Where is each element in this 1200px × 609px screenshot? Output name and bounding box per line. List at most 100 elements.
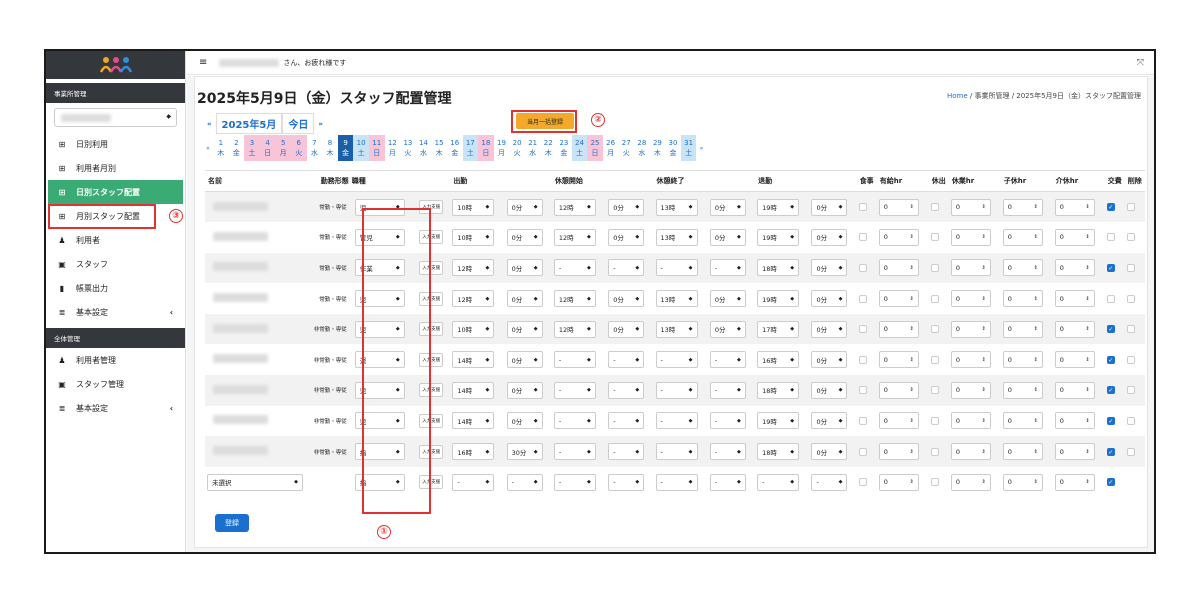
start-minute-select[interactable]: 0分 ◆ [506,412,543,430]
break-end-minute-select[interactable]: - ◆ [709,412,746,430]
end-minute-select[interactable]: 0分 ◆ [811,198,848,216]
today-button[interactable]: 今日 [282,113,315,134]
fare-checkbox[interactable]: ✓ [1106,355,1115,364]
end-hour-select[interactable]: 19時 ◆ [757,228,800,246]
day-link[interactable]: 10 土 [353,135,369,161]
end-hour-select[interactable]: 19時 ◆ [757,290,800,308]
register-button[interactable]: 登録 [215,514,249,532]
input-assist-button[interactable]: 入力支援 [419,475,444,490]
number-input[interactable]: 0 ⇕ [878,473,919,491]
end-minute-select[interactable]: 0分 ◆ [811,412,848,430]
break-start-hour-select[interactable]: - ◆ [553,412,596,430]
fare-checkbox[interactable] [1106,294,1115,303]
job-type-select[interactable]: 管児 ◆ [354,228,405,246]
day-link[interactable]: 13 火 [400,135,416,161]
number-input[interactable]: 0 ⇕ [950,381,991,399]
break-start-hour-select[interactable]: - ◆ [553,351,596,369]
number-input[interactable]: 0 ⇕ [1054,351,1095,369]
breadcrumb-home-link[interactable]: Home [947,92,968,100]
end-minute-select[interactable]: 0分 ◆ [811,290,848,308]
day-link[interactable]: 25 日 [587,135,603,161]
delete-checkbox[interactable] [1126,233,1135,242]
number-input[interactable]: 0 ⇕ [950,320,991,338]
number-input[interactable]: 0 ⇕ [1002,412,1043,430]
delete-checkbox[interactable] [1126,386,1135,395]
input-assist-button[interactable]: 入力支援 [419,230,444,245]
start-hour-select[interactable]: 12時 ◆ [452,290,495,308]
meal-checkbox[interactable] [858,294,867,303]
end-hour-select[interactable]: 16時 ◆ [757,351,800,369]
number-input[interactable]: 0 ⇕ [950,351,991,369]
bulk-register-button[interactable]: 当月一括登録 [516,113,574,129]
day-link[interactable]: 17 土 [462,135,479,161]
job-type-select[interactable]: 児 ◆ [354,198,405,216]
number-input[interactable]: 0 ⇕ [1054,290,1095,308]
number-input[interactable]: 0 ⇕ [1054,412,1095,430]
fare-checkbox[interactable]: ✓ [1106,263,1115,272]
fare-checkbox[interactable]: ✓ [1106,478,1115,487]
start-hour-select[interactable]: - ◆ [452,473,495,491]
start-minute-select[interactable]: 0分 ◆ [506,228,543,246]
job-type-select[interactable]: 指 ◆ [354,473,405,491]
day-link[interactable]: 18 日 [478,135,494,161]
hamburger-icon[interactable]: ≡ [199,57,207,68]
break-start-minute-select[interactable]: - ◆ [608,443,645,461]
break-start-minute-select[interactable]: 0分 ◆ [608,320,645,338]
staff-name-select[interactable]: 未選択 ◆ [207,473,303,491]
break-start-minute-select[interactable]: 0分 ◆ [608,290,645,308]
end-hour-select[interactable]: 18時 ◆ [757,381,800,399]
job-type-select[interactable]: 指 ◆ [354,443,405,461]
input-assist-button[interactable]: 入力支援 [419,383,444,398]
end-hour-select[interactable]: 19時 ◆ [757,198,800,216]
day-link[interactable]: 2金 [229,135,245,161]
start-minute-select[interactable]: 0分 ◆ [506,320,543,338]
start-hour-select[interactable]: 12時 ◆ [452,259,495,277]
day-link[interactable]: 6火 [290,135,307,161]
break-start-hour-select[interactable]: - ◆ [553,473,596,491]
sidebar-item-items1-3[interactable]: ⊞ 月別スタッフ配置 [46,204,185,228]
day-link[interactable]: 11 日 [368,135,385,161]
delete-checkbox[interactable] [1126,355,1135,364]
day-link[interactable]: 20 火 [509,135,525,161]
break-start-minute-select[interactable]: 0分 ◆ [608,228,645,246]
break-start-minute-select[interactable]: - ◆ [608,351,645,369]
number-input[interactable]: 0 ⇕ [1002,198,1043,216]
input-assist-button[interactable]: 入力支援 [419,413,444,428]
break-end-hour-select[interactable]: - ◆ [655,381,698,399]
break-start-hour-select[interactable]: - ◆ [553,259,596,277]
fare-checkbox[interactable]: ✓ [1106,325,1115,334]
break-end-minute-select[interactable]: - ◆ [709,443,746,461]
break-end-minute-select[interactable]: 0分 ◆ [709,320,746,338]
start-minute-select[interactable]: 0分 ◆ [506,198,543,216]
sidebar-item-items1-0[interactable]: ⊞ 日別利用 [46,132,185,156]
job-type-select[interactable]: 児 ◆ [354,381,405,399]
holiday-work-checkbox[interactable] [930,447,939,456]
number-input[interactable]: 0 ⇕ [1054,259,1095,277]
sidebar-item-items1-1[interactable]: ⊞ 利用者月別 [46,156,185,180]
delete-checkbox[interactable] [1126,263,1135,272]
day-link[interactable]: 28 水 [634,135,650,161]
break-end-hour-select[interactable]: 13時 ◆ [655,290,698,308]
break-end-hour-select[interactable]: - ◆ [655,259,698,277]
break-start-minute-select[interactable]: - ◆ [608,412,645,430]
start-hour-select[interactable]: 14時 ◆ [452,412,495,430]
day-link[interactable]: 24 土 [571,135,588,161]
start-minute-select[interactable]: 30分 ◆ [506,443,543,461]
fare-checkbox[interactable]: ✓ [1106,416,1115,425]
break-start-minute-select[interactable]: 0分 ◆ [608,198,645,216]
break-end-minute-select[interactable]: - ◆ [709,351,746,369]
job-type-select[interactable]: 児 ◆ [354,290,405,308]
fare-checkbox[interactable] [1106,233,1115,242]
number-input[interactable]: 0 ⇕ [878,259,919,277]
number-input[interactable]: 0 ⇕ [950,259,991,277]
meal-checkbox[interactable] [858,447,867,456]
meal-checkbox[interactable] [858,478,867,487]
number-input[interactable]: 0 ⇕ [950,412,991,430]
holiday-work-checkbox[interactable] [930,263,939,272]
break-end-minute-select[interactable]: 0分 ◆ [709,228,746,246]
delete-checkbox[interactable] [1126,416,1135,425]
number-input[interactable]: 0 ⇕ [950,228,991,246]
break-start-hour-select[interactable]: - ◆ [553,443,596,461]
day-link[interactable]: 3土 [244,135,260,161]
expand-icon[interactable]: ⤧ [1137,58,1144,68]
